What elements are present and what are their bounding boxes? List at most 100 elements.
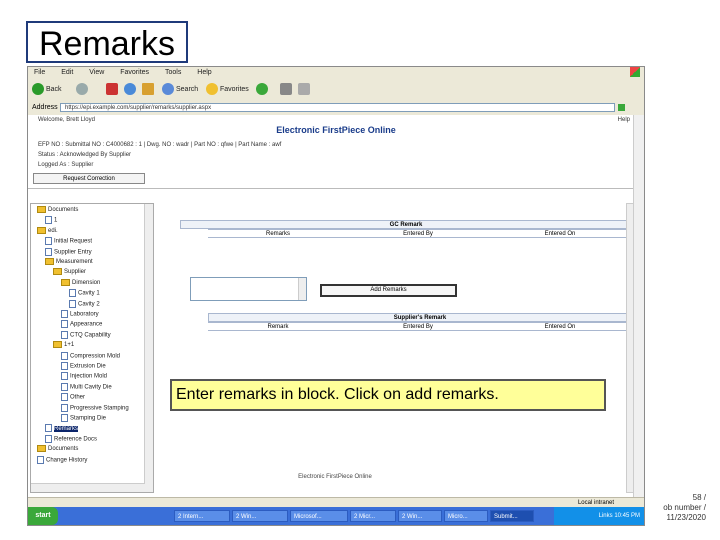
tree-item-label: Remarks [54,425,79,432]
tree-item[interactable]: Documents [37,445,78,453]
tree-item[interactable]: Measurement [45,258,93,266]
tree-scrollbar[interactable] [144,204,153,492]
tree-item-label: Dimension [72,279,101,286]
remarks-textarea[interactable] [190,277,307,301]
folder-icon [53,268,62,276]
tree-item[interactable]: CTQ Capability [61,330,111,339]
slide-footer: 58 / ob number / 11/23/2020 [663,493,706,523]
taskbar-item[interactable]: Micro... [444,510,488,522]
home-button[interactable] [142,83,156,97]
supplier-col-remark: Remark [208,322,348,331]
part-info: EFP NO : Submittal NO : C4000682 : 1 | D… [38,142,282,148]
menu-edit[interactable]: Edit [61,69,73,76]
tree-item-label: Supplier Entry [54,249,92,256]
menu-tools[interactable]: Tools [165,69,181,76]
tree-item-label: Multi Cavity Die [70,384,112,391]
slide-date: 11/23/2020 [666,513,706,522]
taskbar-item[interactable]: 2 Micr... [350,510,396,522]
gc-remark-header: GC Remark [180,220,632,229]
forward-button[interactable] [76,83,90,97]
menu-file[interactable]: File [34,69,45,76]
tree-item-label: edi. [48,227,58,234]
tree-item[interactable]: Appearance [61,320,103,329]
tree-item-label: Documents [48,446,79,453]
tree-item[interactable]: Cavity 2 [69,299,100,308]
menu-view[interactable]: View [89,69,104,76]
tree-hscrollbar[interactable] [31,483,145,492]
taskbar-item[interactable]: Microsof... [290,510,348,522]
menu-favorites[interactable]: Favorites [120,69,149,76]
browser-scrollbar[interactable] [633,115,644,497]
textarea-scrollbar[interactable] [298,278,306,300]
tree-item[interactable]: 1 [45,216,57,225]
supplier-col-entered-by: Entered By [348,322,488,331]
tree-item[interactable]: Other [61,393,85,402]
folder-icon [37,226,46,234]
stop-icon [106,83,118,96]
tree-item[interactable]: Extrusion Die [61,362,106,370]
folder-icon [53,341,62,349]
tree-item[interactable]: Compression Mold [61,351,121,360]
tree-item[interactable]: 1+1 [53,341,74,349]
tree-item-label: Compression Mold [70,353,121,360]
windows-logo-icon [630,67,640,77]
taskbar-item-active[interactable]: Submit... [490,510,534,522]
taskbar-item[interactable]: 2 Win... [232,510,288,522]
refresh-icon [124,83,136,96]
tree-item[interactable]: Reference Docs [45,434,97,443]
tree-item[interactable]: Multi Cavity Die [61,382,112,391]
print-button[interactable] [298,83,312,97]
instruction-callout: Enter remarks in block. Click on add rem… [170,379,606,411]
tree-item[interactable]: Progressive Stamping [61,403,129,412]
tree-item[interactable]: Initial Request [45,237,92,246]
tree-item[interactable]: Injection Mold [61,372,107,381]
app-title: Electronic FirstPiece Online [276,125,396,135]
tree-item[interactable]: Laboratory [61,310,99,318]
tree-item-label: Laboratory [70,311,99,318]
printer-icon [298,83,310,96]
tree-item-label: Supplier [64,269,87,276]
address-input[interactable]: https://epi.example.com/supplier/remarks… [60,103,615,112]
tree-item[interactable]: edi. [37,226,58,235]
tree-item[interactable]: Cavity 1 [69,289,100,298]
tree-item[interactable]: Change History [37,455,87,464]
document-icon [61,372,68,381]
tree-item[interactable]: Dimension [61,278,101,287]
job-number: ob number / [663,503,706,512]
stop-button[interactable] [106,83,120,97]
taskbar-item[interactable]: 2 Win... [398,510,442,522]
tree-item[interactable]: Stamping Die [61,414,106,422]
request-correction-button[interactable]: Request Correction [33,173,145,184]
taskbar-item[interactable]: 2 Intern... [174,510,230,522]
back-button[interactable]: Back [32,83,62,97]
document-icon [61,403,68,412]
document-icon [45,247,52,256]
document-icon [45,424,52,433]
tree-item[interactable]: Documents [37,206,78,214]
gc-col-entered-on: Entered On [488,229,632,238]
document-icon [69,299,76,308]
tree-item-label: Appearance [70,321,103,328]
search-button[interactable]: Search [162,83,198,97]
add-remarks-button[interactable]: Add Remarks [320,284,457,297]
menu-help[interactable]: Help [197,69,211,76]
folder-icon [45,258,54,265]
search-icon [162,83,174,96]
gc-col-remarks: Remarks [208,229,348,238]
slide-title: Remarks [26,21,188,63]
start-button[interactable]: start [28,507,58,525]
refresh-button[interactable] [124,83,138,97]
tree-item[interactable]: Supplier Entry [45,247,92,256]
media-button[interactable] [256,83,270,97]
tree-item[interactable]: Supplier [53,268,86,276]
help-link[interactable]: Help [618,117,630,123]
mail-button[interactable] [280,83,294,97]
tree-item[interactable]: Remarks [45,424,79,433]
document-icon [69,289,76,298]
tree-item-label: Measurement [56,259,93,266]
document-icon [61,362,68,370]
gc-col-entered-by: Entered By [348,229,488,238]
document-icon [61,393,68,402]
go-arrow-icon[interactable] [618,104,625,111]
favorites-button[interactable]: Favorites [206,83,249,97]
